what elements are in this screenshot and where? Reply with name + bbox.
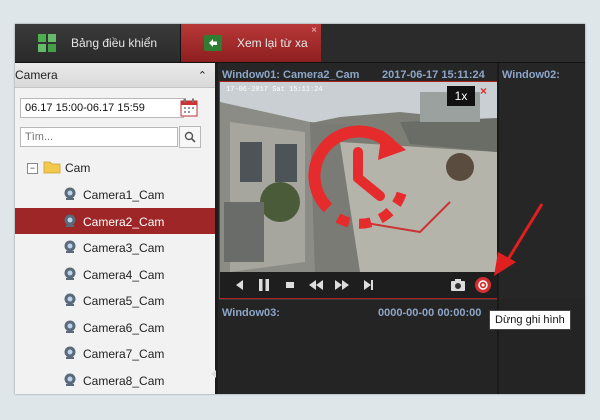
date-range-field[interactable]: 06.17 15:00-06.17 15:59 bbox=[20, 98, 184, 118]
camera-icon bbox=[64, 346, 76, 359]
search-icon bbox=[184, 131, 196, 143]
collapse-arrow-icon[interactable] bbox=[211, 370, 216, 378]
stop-recording-tooltip: Dừng ghi hình bbox=[489, 310, 571, 330]
playback-return-icon bbox=[204, 35, 222, 51]
tab-close-icon[interactable]: × bbox=[311, 25, 317, 36]
camera-icon bbox=[64, 293, 76, 306]
annotation-arrow bbox=[494, 203, 544, 276]
collapse-chevron-icon[interactable]: ⌃ bbox=[198, 69, 207, 82]
camera-icon bbox=[64, 267, 76, 280]
tree-root-label: Cam bbox=[65, 161, 91, 175]
step-back-icon[interactable] bbox=[232, 277, 248, 293]
camera-item-label: Camera5_Cam bbox=[83, 294, 165, 308]
camera-icon bbox=[64, 373, 76, 386]
close-window-icon[interactable]: × bbox=[480, 84, 487, 98]
camera-tree: − Cam Camera1_Cam Camera2_Cam Camera3_Cam C… bbox=[15, 157, 215, 393]
sidebar-header: Camera ⌃ bbox=[15, 63, 215, 88]
window03-title: Window03: bbox=[222, 307, 280, 319]
video-osd-timestamp: 17-06-2017 Sat 15:11:24 bbox=[226, 86, 323, 94]
camera-item-label: Camera6_Cam bbox=[83, 320, 165, 335]
top-tab-bar: Bảng điều khiển Xem lại từ xa × bbox=[15, 24, 585, 63]
grid-icon bbox=[38, 34, 56, 52]
camera-item-label: Camera3_Cam bbox=[83, 241, 165, 255]
fast-forward-icon[interactable] bbox=[334, 277, 350, 293]
tree-toggle-icon[interactable]: − bbox=[27, 163, 38, 174]
camera-icon bbox=[64, 320, 76, 333]
window02-title: Window02: bbox=[502, 69, 560, 81]
tree-root-cam[interactable]: − Cam bbox=[15, 157, 215, 181]
search-input[interactable] bbox=[20, 127, 178, 147]
tab-remote-playback[interactable]: Xem lại từ xa × bbox=[181, 24, 321, 62]
tab-remote-playback-label: Xem lại từ xa bbox=[237, 36, 308, 50]
camera-item[interactable]: Camera8_Cam bbox=[15, 367, 215, 394]
camera-item-label: Camera8_Cam bbox=[83, 373, 165, 388]
camera-icon bbox=[64, 240, 76, 253]
camera-item[interactable]: Camera4_Cam bbox=[15, 261, 215, 288]
snapshot-camera-icon[interactable] bbox=[450, 277, 466, 293]
camera-item[interactable]: Camera7_Cam bbox=[15, 340, 215, 367]
rewind-icon[interactable] bbox=[308, 277, 324, 293]
tab-dashboard[interactable]: Bảng điều khiển bbox=[15, 24, 181, 62]
search-button[interactable] bbox=[179, 126, 201, 148]
camera-item[interactable]: Camera3_Cam bbox=[15, 234, 215, 261]
tab-dashboard-label: Bảng điều khiển bbox=[71, 36, 158, 50]
camera-item[interactable]: Camera1_Cam bbox=[15, 181, 215, 208]
camera-item[interactable]: Camera5_Cam bbox=[15, 287, 215, 314]
camera-item-label: Camera1_Cam bbox=[83, 188, 165, 202]
loading-spinner-icon bbox=[308, 125, 407, 229]
folder-icon bbox=[43, 161, 61, 174]
calendar-icon[interactable] bbox=[180, 98, 198, 117]
playback-controls bbox=[220, 272, 497, 298]
camera-item-label: Camera7_Cam bbox=[83, 347, 165, 361]
camera-icon bbox=[64, 187, 76, 200]
sidebar-title: Camera bbox=[15, 68, 58, 82]
playback-speed-badge: 1x bbox=[447, 86, 475, 106]
camera-list: Camera1_Cam Camera2_Cam Camera3_Cam Camera4… bbox=[15, 181, 215, 393]
window03-timestamp: 0000-00-00 00:00:00 bbox=[378, 307, 482, 319]
step-forward-icon[interactable] bbox=[360, 277, 376, 293]
stop-icon[interactable] bbox=[282, 277, 298, 293]
camera-icon bbox=[64, 214, 76, 227]
video-frame[interactable]: 17-06-2017 Sat 15:11:24 1x × bbox=[220, 82, 497, 272]
camera-item[interactable]: Camera6_Cam bbox=[15, 314, 215, 341]
camera-item-label: Camera2_Cam bbox=[83, 214, 165, 229]
camera-sidebar: Camera ⌃ 06.17 15:00-06.17 15:59 − Cam bbox=[15, 63, 215, 394]
window01-player[interactable]: 17-06-2017 Sat 15:11:24 1x × bbox=[219, 81, 498, 299]
camera-item-label: Camera4_Cam bbox=[83, 267, 165, 282]
pause-icon[interactable] bbox=[256, 277, 272, 293]
camera-item[interactable]: Camera2_Cam bbox=[15, 207, 215, 234]
